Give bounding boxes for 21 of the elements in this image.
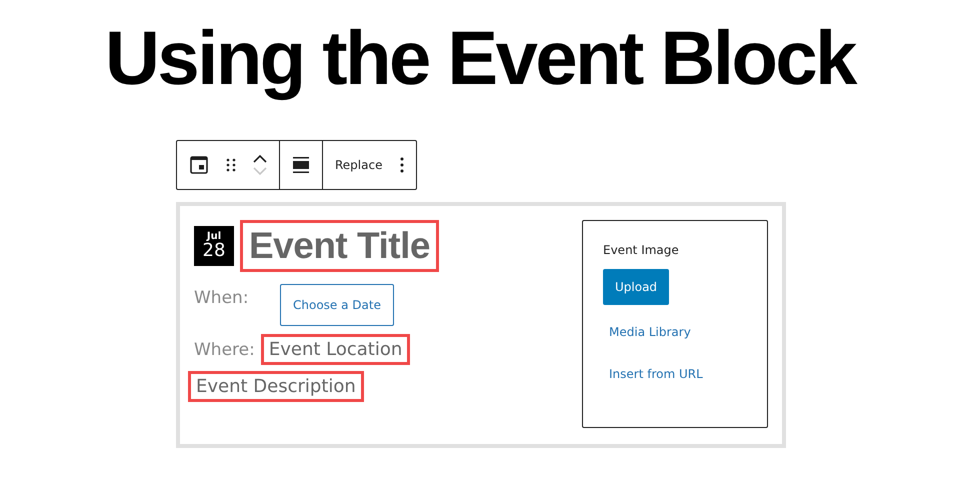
move-up-button[interactable] [253,154,267,163]
event-location-field[interactable]: Event Location [260,334,410,365]
replace-button[interactable]: Replace [329,158,394,172]
align-icon [292,156,310,174]
page-heading: Using the Event Block [104,15,857,103]
event-title-field[interactable]: Event Title [240,220,439,272]
upload-button[interactable]: Upload [603,269,670,305]
more-icon [400,157,404,173]
when-label: When: [194,288,250,308]
panel-title: Event Image [603,243,679,257]
drag-icon [225,157,237,173]
media-link[interactable]: Media Library [609,325,691,339]
badge-month: Jul [206,232,222,242]
event-description-field[interactable]: Event Description [188,371,364,402]
media-link[interactable]: Insert from URL [609,367,703,381]
badge-day: 28 [202,242,226,260]
chevron-up-icon [253,154,267,163]
block-icon [189,155,209,175]
chevron-down-icon [253,167,267,176]
choose-date-button[interactable]: Choose a Date [280,284,394,326]
where-label: Where: [194,340,255,360]
